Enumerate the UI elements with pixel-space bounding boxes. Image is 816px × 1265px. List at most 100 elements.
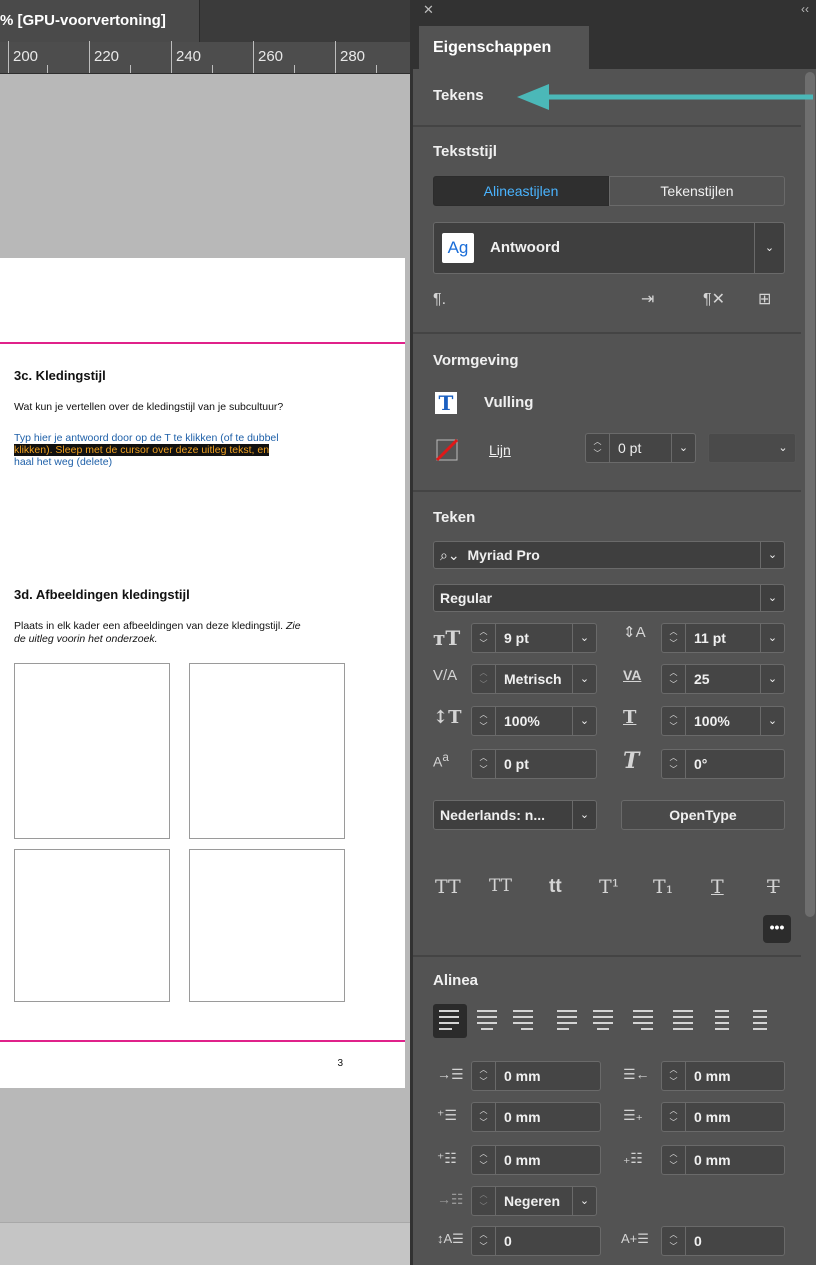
lowercase-button[interactable]: tt — [549, 876, 562, 898]
chevron-down-icon[interactable]: ⌄ — [771, 434, 795, 462]
stepper-icon[interactable]: ︿ ﹀ — [662, 1146, 686, 1174]
chevron-down-icon[interactable]: ⌄ — [572, 801, 596, 829]
close-icon[interactable]: ✕ — [423, 2, 434, 18]
stepper-icon[interactable]: ︿ ﹀ — [472, 1062, 496, 1090]
skew-field[interactable]: ︿ ﹀ 0° — [661, 749, 785, 779]
right-indent-field[interactable]: ︿ ﹀ 0 mm — [661, 1061, 785, 1091]
space-before-field[interactable]: ︿ ﹀ 0 mm — [471, 1145, 601, 1175]
image-frame[interactable] — [189, 663, 345, 839]
style-dropdown[interactable]: Ag Antwoord ⌄ — [433, 222, 785, 274]
align-away-spine-icon[interactable] — [753, 1010, 775, 1034]
align-right-icon[interactable] — [513, 1010, 535, 1034]
heading-3d[interactable]: 3d. Afbeeldingen kledingstijl — [14, 587, 190, 602]
justify-right-icon[interactable] — [633, 1010, 655, 1034]
image-frame[interactable] — [189, 849, 345, 1002]
stepper-icon[interactable]: ︿ ﹀ — [662, 1227, 686, 1255]
search-icon[interactable]: ⌕⌄ — [440, 547, 460, 563]
stepper-icon[interactable]: ︿ ﹀ — [662, 1062, 686, 1090]
tab-character-styles[interactable]: Tekenstijlen — [609, 176, 785, 206]
chevron-down-icon[interactable]: ⌄ — [760, 707, 784, 735]
justify-left-icon[interactable] — [557, 1010, 579, 1034]
question-3c[interactable]: Wat kun je vertellen over de kledingstij… — [14, 401, 359, 414]
document-page[interactable]: 3c. Kledingstijl Wat kun je vertellen ov… — [0, 258, 405, 1088]
stepper-icon[interactable]: ︿ ﹀ — [662, 707, 686, 735]
image-frame[interactable] — [14, 849, 170, 1002]
stepper-icon[interactable]: ︿ ﹀ — [662, 624, 686, 652]
last-line-indent-field[interactable]: ︿ ﹀ 0 mm — [661, 1102, 785, 1132]
clear-overrides-icon[interactable]: ¶✕ — [703, 292, 725, 308]
stroke-type-dropdown[interactable]: ⌄ — [708, 433, 796, 463]
new-style-icon[interactable]: ⊞ — [758, 292, 771, 308]
load-styles-icon[interactable]: ⇥ — [641, 292, 654, 308]
justify-all-icon[interactable] — [673, 1010, 695, 1034]
chevron-down-icon[interactable]: ⌄ — [572, 665, 596, 693]
subscript-button[interactable]: T₁ — [653, 876, 673, 898]
stepper-icon[interactable]: ︿ ﹀ — [586, 434, 610, 462]
align-towards-spine-icon[interactable] — [715, 1010, 737, 1034]
chevron-down-icon[interactable]: ⌄ — [671, 434, 695, 462]
stepper-icon[interactable]: ︿ ﹀ — [662, 1103, 686, 1131]
font-style-dropdown[interactable]: Regular ⌄ — [433, 584, 785, 612]
stepper-icon[interactable]: ︿ ﹀ — [472, 1227, 496, 1255]
document-tab[interactable]: % [GPU-voorvertoning] — [0, 0, 200, 42]
more-options-icon[interactable]: ••• — [763, 915, 791, 943]
all-caps-button[interactable]: TT — [435, 876, 461, 898]
paragraph-mark-icon[interactable]: ¶. — [433, 292, 446, 308]
left-indent-field[interactable]: ︿ ﹀ 0 mm — [471, 1061, 601, 1091]
stepper-icon[interactable]: ︿ ﹀ — [662, 750, 686, 778]
vertical-scale-field[interactable]: ︿ ﹀ 100% ⌄ — [471, 706, 597, 736]
appearance-title: Vormgeving — [433, 352, 519, 369]
font-size-field[interactable]: ︿ ﹀ 9 pt ⌄ — [471, 623, 597, 653]
chevron-down-icon[interactable]: ⌄ — [572, 1187, 596, 1215]
chevron-down-icon[interactable]: ⌄ — [572, 624, 596, 652]
chevron-down-icon[interactable]: ⌄ — [760, 624, 784, 652]
stepper-icon[interactable]: ︿ ﹀ — [472, 707, 496, 735]
stepper-icon[interactable]: ︿ ﹀ — [472, 1103, 496, 1131]
leading-field[interactable]: ︿ ﹀ 11 pt ⌄ — [661, 623, 785, 653]
tab-paragraph-styles[interactable]: Alineastijlen — [433, 176, 609, 206]
stroke-none-icon[interactable] — [435, 438, 459, 462]
fill-swatch-icon[interactable]: T — [435, 392, 457, 414]
ruler-label: 260 — [258, 48, 284, 65]
tab-properties[interactable]: Eigenschappen — [419, 26, 589, 69]
stepper-icon[interactable]: ︿ ﹀ — [472, 624, 496, 652]
chevron-down-icon[interactable]: ⌄ — [760, 542, 784, 568]
stepper-icon[interactable]: ︿ ﹀ — [472, 665, 496, 693]
stepper-icon[interactable]: ︿ ﹀ — [472, 1187, 496, 1215]
underline-button[interactable]: T — [711, 876, 724, 898]
font-family-dropdown[interactable]: ⌕⌄ Myriad Pro ⌄ — [433, 541, 785, 569]
chevron-down-icon[interactable]: ⌄ — [760, 665, 784, 693]
stroke-label[interactable]: Lijn — [489, 442, 511, 458]
language-dropdown[interactable]: Nederlands: n... ⌄ — [433, 800, 597, 830]
stepper-icon[interactable]: ︿ ﹀ — [662, 665, 686, 693]
opentype-button[interactable]: OpenType — [621, 800, 785, 830]
drop-cap-chars-field[interactable]: ︿ ﹀ 0 — [661, 1226, 785, 1256]
panel-scrollbar[interactable] — [805, 72, 815, 917]
chevron-down-icon[interactable]: ⌄ — [572, 707, 596, 735]
superscript-button[interactable]: T¹ — [599, 876, 619, 898]
small-caps-button[interactable]: TT — [489, 876, 512, 896]
align-center-icon[interactable] — [477, 1010, 499, 1034]
tracking-field[interactable]: ︿ ﹀ 25 ⌄ — [661, 664, 785, 694]
stepper-icon[interactable]: ︿ ﹀ — [472, 1146, 496, 1174]
image-frame[interactable] — [14, 663, 170, 839]
drop-cap-lines-field[interactable]: ︿ ﹀ 0 — [471, 1226, 601, 1256]
collapse-icon[interactable]: ‹‹ — [801, 2, 809, 16]
grid-align-dropdown[interactable]: ︿ ﹀ Negeren ⌄ — [471, 1186, 597, 1216]
stepper-icon[interactable]: ︿ ﹀ — [472, 750, 496, 778]
first-line-indent-field[interactable]: ︿ ﹀ 0 mm — [471, 1102, 601, 1132]
horizontal-scale-icon: T — [623, 707, 637, 728]
heading-3c[interactable]: 3c. Kledingstijl — [14, 368, 106, 383]
kerning-field[interactable]: ︿ ﹀ Metrisch ⌄ — [471, 664, 597, 694]
chevron-down-icon[interactable]: ⌄ — [754, 223, 784, 273]
baseline-shift-field[interactable]: ︿ ﹀ 0 pt — [471, 749, 597, 779]
stroke-weight-field[interactable]: ︿ ﹀ 0 pt ⌄ — [585, 433, 696, 463]
chevron-down-icon[interactable]: ⌄ — [760, 585, 784, 611]
justify-center-icon[interactable] — [593, 1010, 615, 1034]
answer-placeholder-text[interactable]: Typ hier je antwoord door op de T te kli… — [14, 432, 354, 468]
space-after-field[interactable]: ︿ ﹀ 0 mm — [661, 1145, 785, 1175]
instruction-3d[interactable]: Plaats in elk kader een afbeeldingen van… — [14, 620, 359, 646]
strikethrough-button[interactable]: T — [767, 876, 780, 898]
horizontal-ruler[interactable]: 200 220 240 260 280 — [0, 41, 410, 74]
horizontal-scale-field[interactable]: ︿ ﹀ 100% ⌄ — [661, 706, 785, 736]
